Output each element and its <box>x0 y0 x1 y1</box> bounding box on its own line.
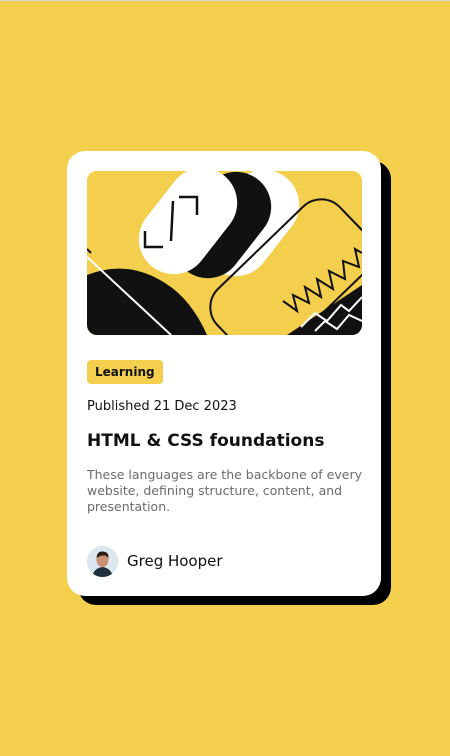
author-name: Greg Hooper <box>127 552 223 570</box>
author: Greg Hooper <box>87 545 223 577</box>
person-avatar-icon <box>87 545 118 577</box>
card-description: These languages are the backbone of ever… <box>87 467 362 514</box>
blog-preview-card: Learning Published 21 Dec 2023 HTML & CS… <box>67 151 381 596</box>
card-title[interactable]: HTML & CSS foundations <box>87 431 324 451</box>
hero-illustration <box>87 171 362 335</box>
category-tag: Learning <box>87 360 163 384</box>
published-date: Published 21 Dec 2023 <box>87 399 237 414</box>
top-border <box>0 0 450 1</box>
